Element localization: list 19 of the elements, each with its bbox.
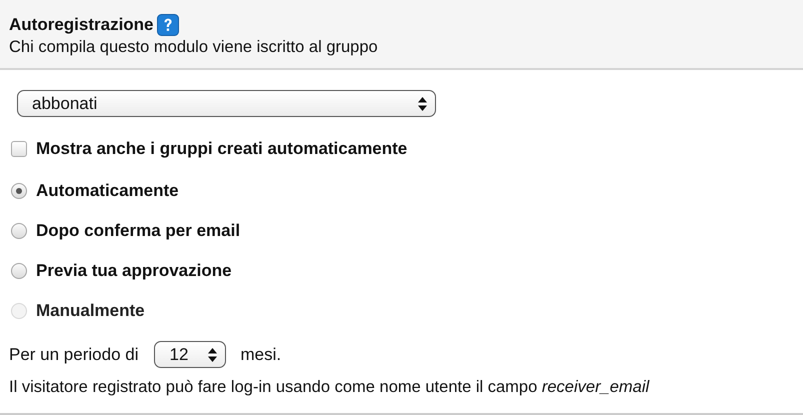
group-dropdown[interactable]: abbonati bbox=[17, 90, 436, 117]
radio-button[interactable] bbox=[11, 223, 27, 239]
radio-label: Manualmente bbox=[36, 301, 145, 321]
radio-label: Previa tua approvazione bbox=[36, 261, 232, 281]
checkbox-label: Mostra anche i gruppi creati automaticamente bbox=[36, 139, 408, 159]
section-description: Chi compila questo modulo viene iscritto al gruppo bbox=[9, 38, 379, 57]
checkbox[interactable] bbox=[11, 141, 27, 157]
period-label: Per un periodo di bbox=[9, 344, 138, 364]
radio-button[interactable] bbox=[11, 183, 27, 199]
radio-label: Automaticamente bbox=[36, 181, 179, 201]
radio-label: Dopo conferma per email bbox=[36, 221, 240, 241]
months-dropdown[interactable]: 12 bbox=[154, 341, 226, 368]
updown-arrows-icon bbox=[208, 348, 218, 362]
period-unit: mesi. bbox=[240, 344, 282, 364]
login-note: Il visitatore registrato può fare log-in usando come nome utente il campo receiver_email bbox=[9, 378, 650, 397]
updown-arrows-icon bbox=[418, 96, 427, 110]
section-title: Autoregistrazione bbox=[9, 15, 154, 35]
help-icon[interactable] bbox=[156, 14, 179, 36]
radio-button[interactable] bbox=[11, 263, 27, 279]
